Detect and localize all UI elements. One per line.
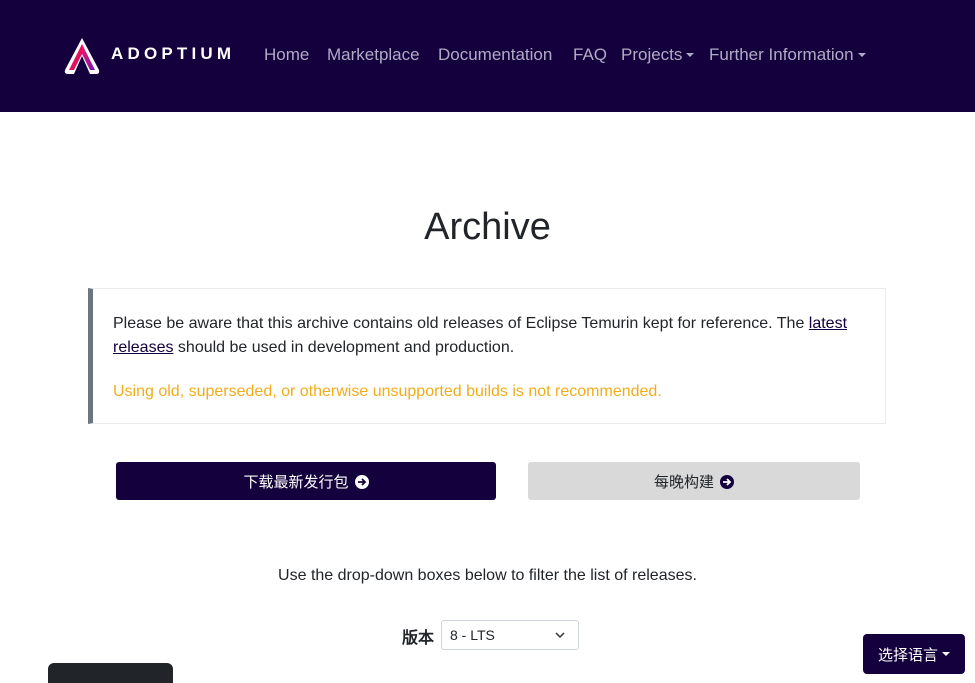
arrow-circle-right-icon: [720, 475, 734, 489]
page-title: Archive: [424, 206, 551, 248]
caret-down-icon: [686, 53, 695, 57]
chevron-down-icon: [555, 632, 565, 639]
nightly-builds-button-label: 每晚构建: [653, 473, 714, 491]
brand-name[interactable]: ADOPTIUM: [111, 44, 235, 64]
nav-faq[interactable]: FAQ: [573, 45, 607, 65]
notice-before-link: Please be aware that this archive contai…: [113, 315, 809, 332]
version-selected-value: 8 - LTS: [450, 627, 495, 643]
version-select[interactable]: 8 - LTS: [441, 620, 579, 650]
select-language-button[interactable]: 选择语言: [863, 634, 965, 674]
nav-projects-label: Projects: [621, 45, 683, 64]
filter-help-text: Use the drop-down boxes below to filter …: [278, 567, 697, 584]
caret-down-icon: [857, 53, 866, 57]
nav-marketplace[interactable]: Marketplace: [327, 45, 420, 65]
select-language-label: 选择语言: [877, 646, 938, 664]
latest-releases-button[interactable]: 下载最新发行包: [116, 462, 496, 500]
nightly-builds-button[interactable]: 每晚构建: [528, 462, 860, 500]
notice-text: Please be aware that this archive contai…: [113, 312, 873, 360]
bottom-tab[interactable]: [48, 663, 173, 683]
archive-notice: Please be aware that this archive contai…: [88, 288, 886, 424]
notice-after-link: should be used in development and produc…: [173, 339, 515, 356]
top-navbar: ADOPTIUM Home Marketplace Documentation …: [0, 0, 975, 112]
notice-warning: Using old, superseded, or otherwise unsu…: [113, 383, 662, 400]
nav-projects[interactable]: Projects: [621, 45, 695, 65]
nav-home[interactable]: Home: [264, 45, 309, 65]
version-label: 版本: [402, 630, 435, 647]
nav-further-information-label: Further Information: [709, 45, 854, 64]
adoptium-logo-icon[interactable]: [63, 36, 101, 76]
caret-down-icon: [942, 652, 950, 656]
arrow-circle-right-icon: [354, 475, 369, 489]
nav-documentation[interactable]: Documentation: [438, 45, 552, 65]
latest-releases-button-label: 下载最新发行包: [243, 473, 349, 491]
nav-further-information[interactable]: Further Information: [709, 45, 866, 65]
